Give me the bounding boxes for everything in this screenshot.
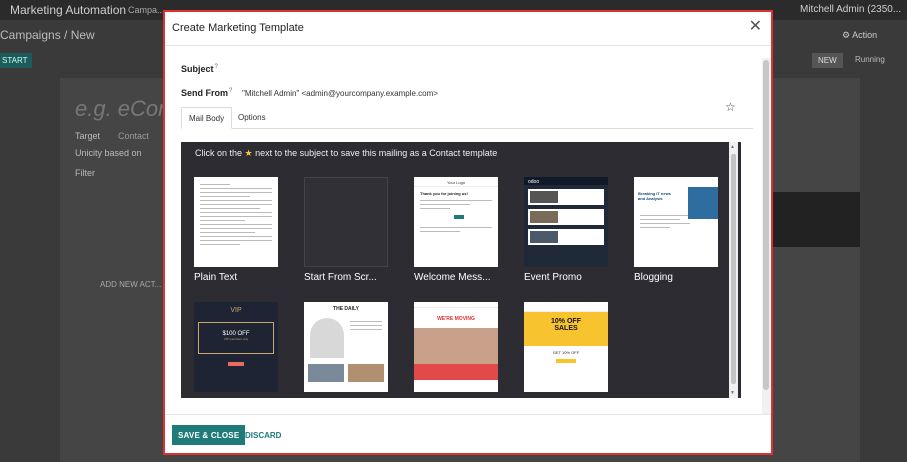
moving-title: WE'RE MOVING [437,316,475,322]
dark-panel [770,192,860,247]
dialog-body: Subject? ☆ Send From? "Mitchell Admin" <… [165,47,761,413]
help-icon: ? [214,64,218,70]
template-label: Plain Text [194,272,238,283]
template-event-promo[interactable]: odoo [524,177,608,267]
action-menu: ⚙ Action [842,30,878,40]
template-label: Blogging [634,272,673,283]
filter-label: Filter [75,168,95,178]
template-label: Start From Scr... [304,272,377,283]
scroll-up-icon[interactable]: ▲ [730,144,735,150]
subject-label: Subject? [181,64,218,74]
dialog-scrollbar[interactable] [762,58,770,415]
user-menu: Mitchell Admin (2350... [800,4,902,15]
help-icon: ? [229,88,233,94]
sale-line1: 10% OFF [551,318,581,325]
welcome-logo: Your Logo [414,177,498,187]
template-welcome-message[interactable]: Your Logo Thank you for joining us! [414,177,498,267]
close-icon[interactable]: ✕ [749,19,762,35]
mail-body-editor: Click on the ★ next to the subject to sa… [181,142,741,398]
dialog-header: Create Marketing Template ✕ [165,12,771,46]
tab-options[interactable]: Options [231,107,273,129]
blog-title: Breaking IT news and Analysis [638,191,671,201]
star-icon: ★ [244,148,253,158]
target-label: Target [75,131,101,141]
breadcrumb: Campaigns / New [0,28,95,42]
menu-campaigns: Campa... [128,5,165,15]
event-logo: odoo [524,177,608,185]
editor-scrollbar[interactable]: ▲ ▼ [729,142,738,398]
template-hint: Click on the ★ next to the subject to sa… [195,148,498,158]
template-blogging[interactable]: Breaking IT news and Analysis [634,177,718,267]
discard-button[interactable]: DISCARD [245,431,281,440]
template-label: Welcome Mess... [414,272,491,283]
tab-mail-body[interactable]: Mail Body [181,107,233,129]
send-from-value[interactable]: "Mitchell Admin" <admin@yourcompany.exam… [242,89,438,98]
sale-sub: GET 10% OFF [552,350,580,355]
save-close-button[interactable]: SAVE & CLOSE [172,425,246,445]
welcome-cta [454,215,464,219]
daily-title: THE DAILY [333,306,359,312]
tab-bar: Mail Body Options [181,107,753,129]
create-template-dialog: Create Marketing Template ✕ Subject? ☆ S… [163,10,773,455]
send-from-label: Send From? [181,88,233,98]
template-the-daily[interactable]: THE DAILY [304,302,388,392]
unicity-label: Unicity based on [75,148,142,158]
app-name: Marketing Automation [10,3,127,17]
dialog-footer: SAVE & CLOSE DISCARD [165,414,771,453]
start-button: START [0,53,32,68]
status-new: NEW [812,53,843,68]
template-label: Event Promo [524,272,582,283]
template-moving[interactable]: WE'RE MOVING [414,302,498,392]
add-new-activity: ADD NEW ACT... [100,280,162,289]
template-vip-offer[interactable]: VIP $100 OFF VIP members only [194,302,278,392]
vip-sub: VIP members only [223,337,249,341]
target-value: Contact [118,131,150,141]
vip-text: VIP [230,307,242,314]
template-sales[interactable]: 10% OFF SALES GET 10% OFF [524,302,608,392]
template-plain-text[interactable] [194,177,278,267]
welcome-heading: Thank you for joining us! [420,191,468,196]
dialog-title: Create Marketing Template [172,22,304,34]
sale-line2: SALES [554,325,578,332]
status-running: Running [855,55,885,64]
scroll-down-icon[interactable]: ▼ [730,390,735,396]
template-start-from-scratch[interactable] [304,177,388,267]
plain-text-preview [194,177,278,245]
